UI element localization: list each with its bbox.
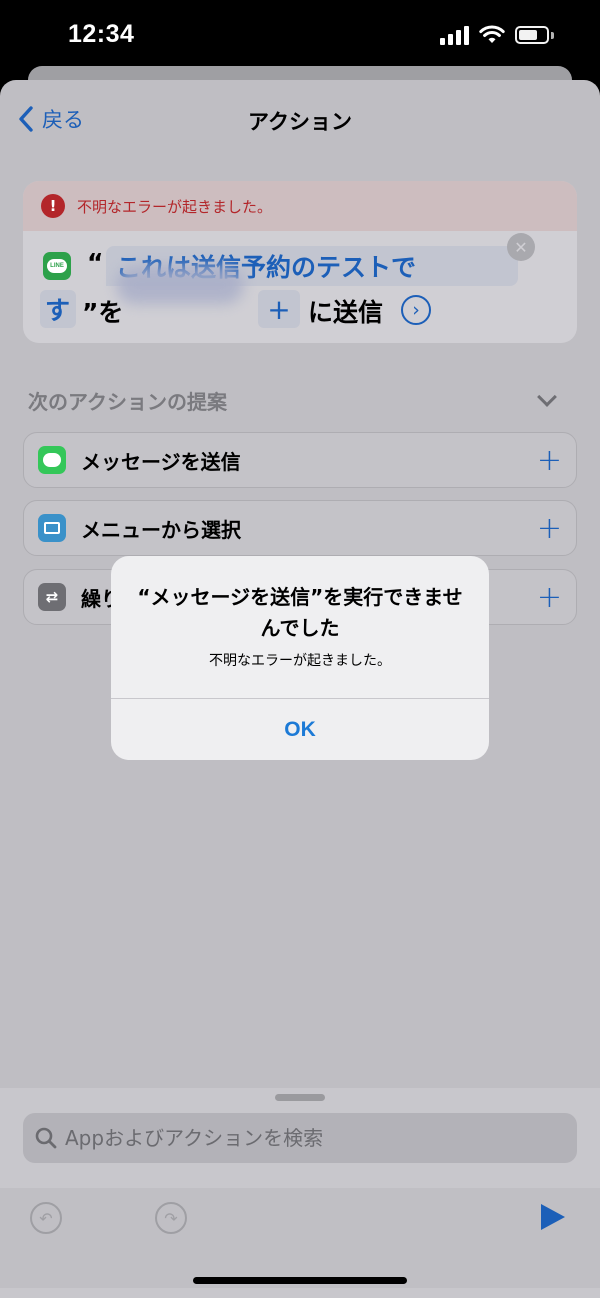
line-icon: LINE [43,252,71,280]
open-quote: “ [87,248,104,277]
suggestion-choose-from-menu[interactable]: メニューから選択 + [23,500,577,556]
menu-icon [38,514,66,542]
messages-icon [38,446,66,474]
clear-icon[interactable]: ✕ [507,233,535,261]
suggestion-send-message[interactable]: メッセージを送信 + [23,432,577,488]
status-bar: 12:34 [0,0,600,72]
add-recipient-button[interactable]: + [258,290,300,328]
error-banner: ! 不明なエラーが起きました。 [23,181,577,231]
ok-button[interactable]: OK [111,699,489,760]
add-icon[interactable]: + [537,511,562,546]
recipient-token-blurred[interactable] [116,266,244,304]
alert-message: 不明なエラーが起きました。 [209,653,391,669]
battery-cap [551,31,554,39]
suggestion-label: メニューから選択 [81,517,241,542]
message-text-token-continued[interactable]: す [40,290,76,328]
action-search-panel: ↶ ↷ [0,1088,600,1298]
cellular-signal-icon [440,25,469,45]
search-input[interactable] [65,1126,545,1150]
battery-icon [515,26,549,44]
expand-action-icon[interactable]: › [401,295,431,325]
status-time: 12:34 [68,20,135,48]
suggestion-label: メッセージを送信 [81,449,241,474]
redo-icon[interactable]: ↷ [155,1202,187,1234]
alert-title: “メッセージを送信”を実行できませんでした [137,585,463,640]
error-alert-dialog: “メッセージを送信”を実行できませんでした 不明なエラーが起きました。 OK [111,556,489,760]
close-quote-label: ”を [82,298,124,327]
status-icons [440,24,554,46]
add-icon[interactable]: + [537,443,562,478]
add-icon[interactable]: + [537,580,562,615]
send-label: に送信 [308,298,384,327]
error-text: 不明なエラーが起きました。 [77,197,273,216]
panel-grabber[interactable] [275,1094,325,1101]
wifi-icon [479,25,505,43]
undo-icon[interactable]: ↶ [30,1202,62,1234]
repeat-icon: ⇄ [38,583,66,611]
suggestions-header: 次のアクションの提案 [28,390,227,414]
play-icon[interactable] [541,1204,565,1230]
search-icon [35,1127,57,1149]
home-indicator[interactable] [193,1277,407,1284]
search-bar[interactable] [23,1113,577,1163]
editor-toolbar: ↶ ↷ [0,1188,600,1288]
line-icon-label: LINE [47,259,67,273]
page-title: アクション [248,110,352,134]
chevron-down-icon[interactable] [537,387,557,407]
exclamation-icon: ! [41,194,65,218]
